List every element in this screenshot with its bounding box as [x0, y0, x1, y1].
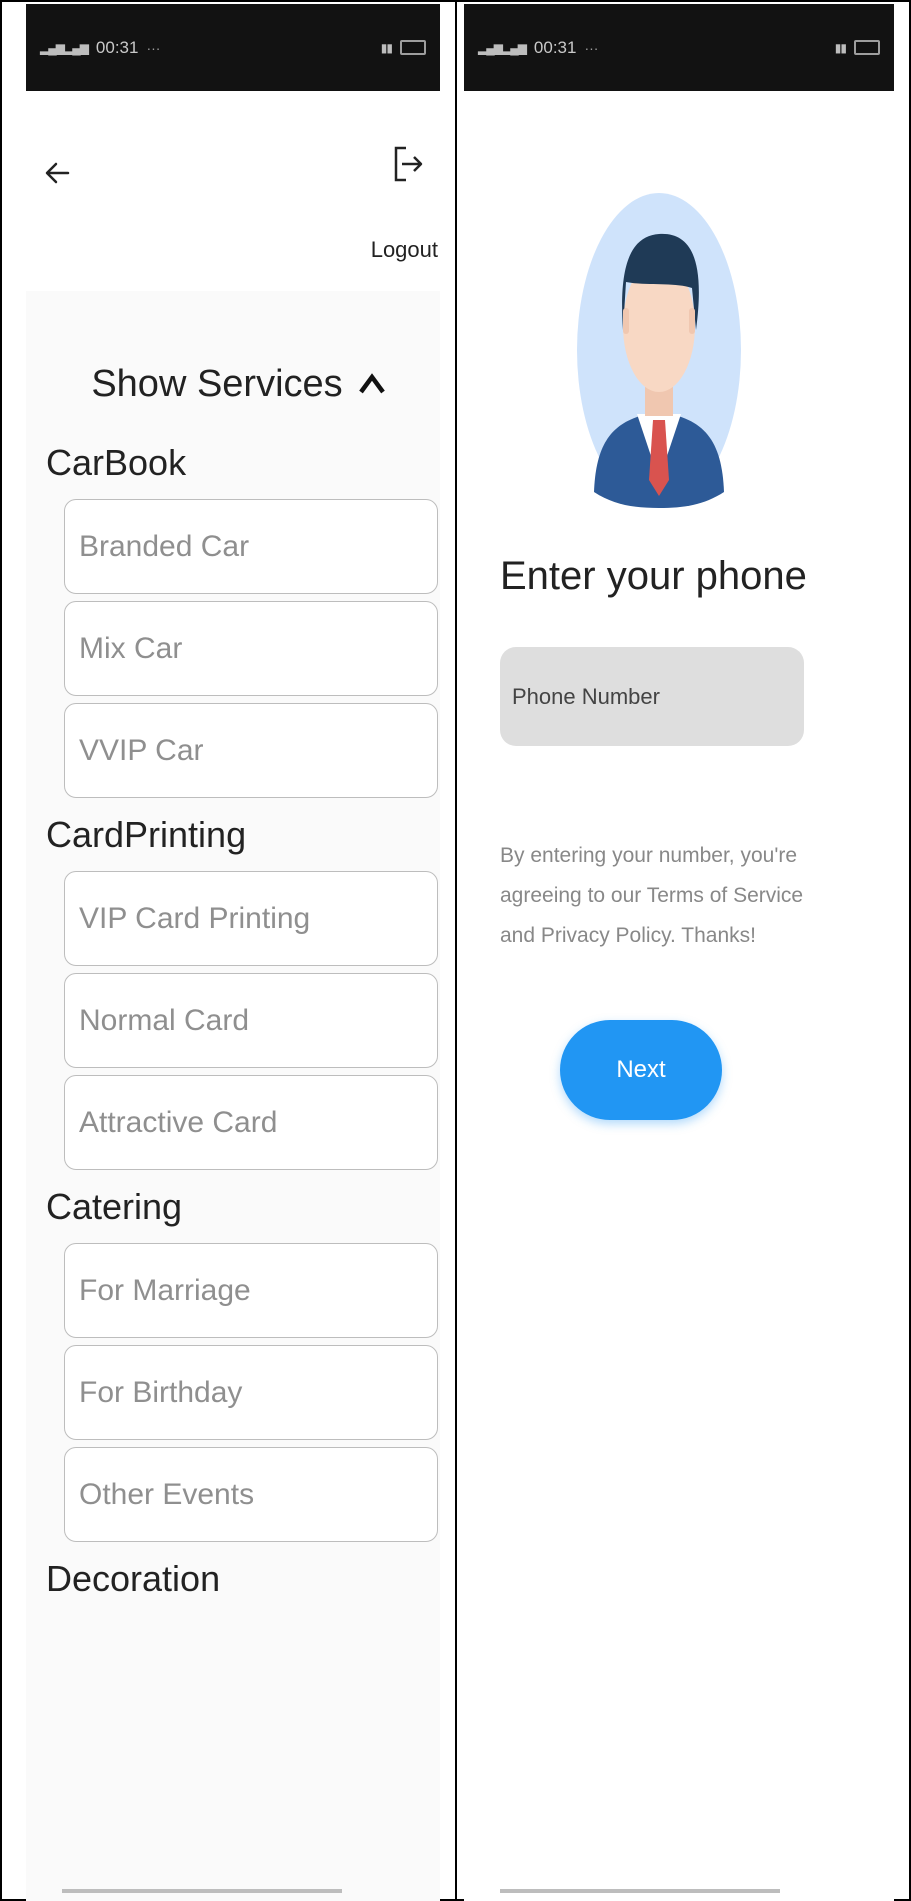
network-icon: ▮▮	[380, 40, 393, 55]
service-field-for-marriage[interactable]: For Marriage	[64, 1243, 438, 1338]
service-field-attractive-card[interactable]: Attractive Card	[64, 1075, 438, 1170]
caret-up-icon	[358, 373, 385, 394]
phone-number-input[interactable]: Phone Number	[500, 647, 804, 746]
services-screen: ▂▄▆▂▄▆ 00:31 ··· ▮▮ Logout Show Services	[26, 4, 440, 1901]
service-field-other-events[interactable]: Other Events	[64, 1447, 438, 1542]
section-title-decoration: Decoration	[46, 1558, 221, 1599]
show-services-toggle[interactable]: Show Services	[46, 291, 432, 411]
battery-icon	[854, 40, 880, 55]
section-title-carbook: CarBook	[46, 442, 187, 483]
logout-button[interactable]: Logout	[371, 237, 438, 263]
app-bar: Logout	[26, 91, 440, 291]
signal-icon: ▂▄▆▂▄▆	[40, 40, 89, 55]
status-bar: ▂▄▆▂▄▆ 00:31 ··· ▮▮	[464, 4, 894, 91]
service-field-normal-card[interactable]: Normal Card	[64, 973, 438, 1068]
page-title: Enter your phone	[500, 554, 807, 598]
terms-text: By entering your number, you're agreeing…	[500, 844, 804, 947]
phone-login-screen: ▂▄▆▂▄▆ 00:31 ··· ▮▮ Enter your phone Pho…	[464, 4, 894, 1901]
screen-divider	[455, 2, 457, 1901]
next-button[interactable]: Next	[560, 1020, 722, 1120]
service-field-vip-card-printing[interactable]: VIP Card Printing	[64, 871, 438, 966]
services-content: Show Services CarBook Branded Car Mix Ca…	[26, 291, 440, 1901]
service-field-for-birthday[interactable]: For Birthday	[64, 1345, 438, 1440]
nav-handle	[500, 1889, 780, 1893]
arrow-left-icon[interactable]	[38, 153, 78, 193]
logout-icon[interactable]	[390, 144, 426, 184]
nav-handle	[62, 1889, 342, 1893]
status-time: 00:31	[533, 37, 577, 57]
businessman-avatar-icon	[577, 193, 741, 508]
service-field-vvip-car[interactable]: VVIP Car	[64, 703, 438, 798]
battery-icon	[400, 40, 426, 55]
section-title-catering: Catering	[46, 1186, 183, 1227]
section-title-cardprinting: CardPrinting	[46, 814, 247, 855]
more-status-icon: ···	[146, 39, 161, 56]
signal-icon: ▂▄▆▂▄▆	[478, 40, 527, 55]
status-bar: ▂▄▆▂▄▆ 00:31 ··· ▮▮	[26, 4, 440, 91]
network-icon: ▮▮	[834, 40, 847, 55]
screenshot-frame: ▂▄▆▂▄▆ 00:31 ··· ▮▮ Logout Show Services	[0, 0, 911, 1901]
login-body: Enter your phone Phone Number By enterin…	[464, 91, 894, 1901]
service-field-branded-car[interactable]: Branded Car	[64, 499, 438, 594]
more-status-icon: ···	[584, 39, 599, 56]
service-field-mix-car[interactable]: Mix Car	[64, 601, 438, 696]
show-services-label: Show Services	[91, 362, 343, 405]
status-time: 00:31	[95, 37, 139, 57]
